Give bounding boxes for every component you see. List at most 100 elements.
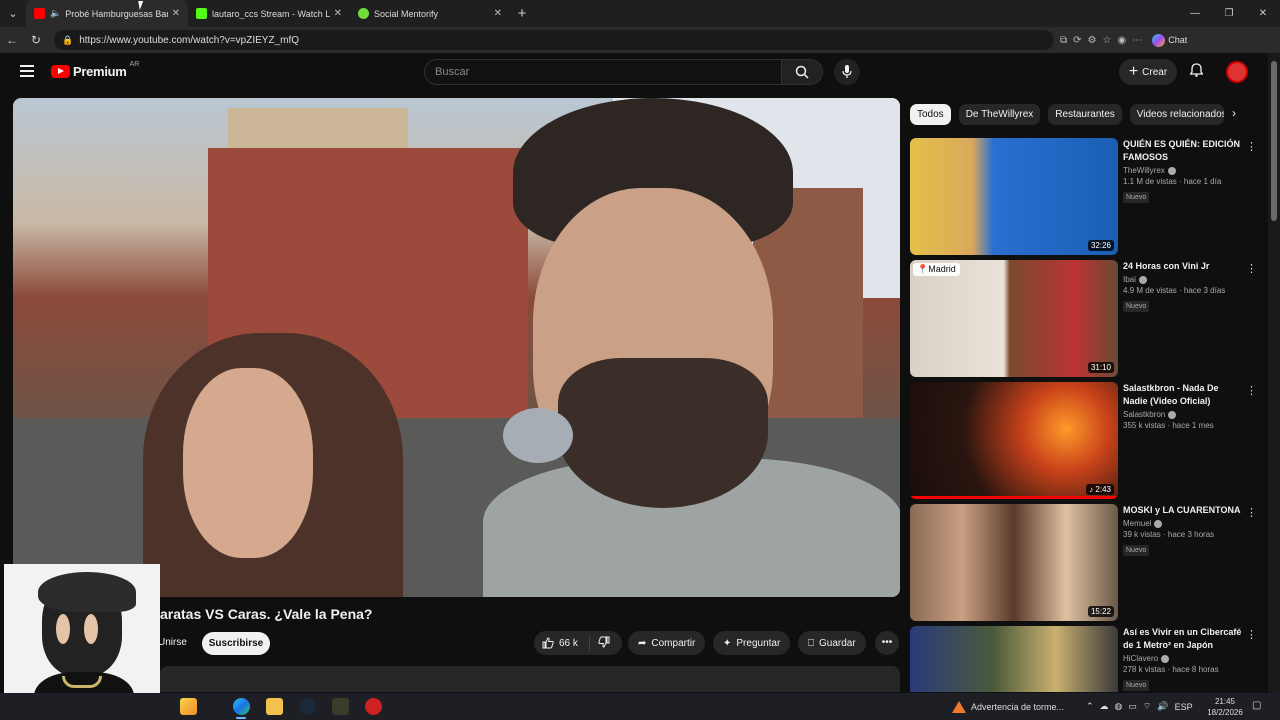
channel-name[interactable]: Salastkbron	[1123, 410, 1243, 419]
recommendation-item[interactable]: 15:22 MOSKI y LA CUARENTONA Memuel 39 k …	[910, 504, 1260, 621]
share-button[interactable]: ➦ Compartir	[628, 631, 706, 655]
recommendation-item[interactable]: ♪ 2:43 Salastkbron - Nada De Nadie (Vide…	[910, 382, 1260, 499]
recommendation-title[interactable]: Así es Vivir en un Cibercafé de 1 Metro²…	[1123, 626, 1243, 652]
channel-name[interactable]: Ibai	[1123, 275, 1243, 284]
chip-restaurantes[interactable]: Restaurantes	[1048, 104, 1122, 125]
lock-icon[interactable]: 🔒	[62, 35, 73, 46]
notifications-icon[interactable]: ▢	[1252, 700, 1261, 711]
new-tab-button[interactable]: +	[510, 5, 534, 22]
scrollbar-thumb[interactable]	[1271, 61, 1277, 221]
extensions-puzzle-icon[interactable]: ⚙	[1088, 35, 1097, 46]
close-tab-icon[interactable]: ✕	[494, 8, 502, 19]
recommendation-meta: 24 Horas con Vini Jr Ibai 4.9 M de vista…	[1123, 260, 1243, 313]
chevron-right-icon[interactable]: ›	[1232, 106, 1236, 120]
url-field[interactable]: 🔒 https://www.youtube.com/watch?v=vpZIEY…	[54, 30, 1054, 50]
edge-browser-icon[interactable]	[233, 698, 250, 715]
channel-name[interactable]: HiClavero	[1123, 654, 1243, 663]
windows-taskbar: Advertencia de torme... ⌃ ☁ ◍ ▭ ⌔ 🔊 ESP …	[0, 693, 1280, 720]
tab-actions-menu-icon[interactable]: ⌄	[0, 0, 26, 27]
app-icon[interactable]	[332, 698, 349, 715]
profile-icon[interactable]: ◉	[1117, 35, 1126, 46]
video-thumbnail[interactable]: ♪ 2:43	[910, 382, 1118, 499]
save-button[interactable]: ⎕ Guardar	[798, 631, 866, 655]
duration-badge: ♪ 2:43	[1086, 484, 1114, 495]
recommendation-title[interactable]: 24 Horas con Vini Jr	[1123, 260, 1243, 273]
chip-todos[interactable]: Todos	[910, 104, 951, 125]
volume-icon[interactable]: 🔊	[1157, 701, 1168, 712]
video-thumbnail[interactable]	[910, 626, 1118, 692]
more-actions-icon[interactable]: •••	[875, 631, 899, 655]
video-thumbnail[interactable]: 📍Madrid 31:10	[910, 260, 1118, 377]
recommendation-item[interactable]: 32:26 QUIÉN ES QUIÉN: EDICIÓN FAMOSOS Th…	[910, 138, 1260, 255]
steam-tray-icon[interactable]: ◍	[1115, 701, 1123, 712]
dislike-button[interactable]	[590, 636, 610, 651]
language-indicator[interactable]: ESP	[1175, 702, 1193, 712]
more-options-icon[interactable]: ⋮	[1246, 506, 1257, 519]
save-label: Guardar	[819, 637, 856, 649]
clock[interactable]: 21:45 18/2/2026	[1205, 696, 1245, 718]
more-menu-icon[interactable]: ⋯	[1132, 35, 1142, 46]
extensions-icon[interactable]: ⧉	[1060, 35, 1067, 46]
close-tab-icon[interactable]: ✕	[334, 8, 342, 19]
chip-de-thewillyrex[interactable]: De TheWillyrex	[958, 104, 1041, 125]
menu-icon[interactable]	[20, 65, 34, 77]
search-button[interactable]	[781, 59, 823, 85]
browser-tab-kick[interactable]: lautaro_ccs Stream - Watch Live o ✕	[188, 0, 350, 27]
more-options-icon[interactable]: ⋮	[1246, 140, 1257, 153]
recommendation-title[interactable]: MOSKI y LA CUARENTONA	[1123, 504, 1243, 517]
more-options-icon[interactable]: ⋮	[1246, 384, 1257, 397]
view-stats: 355 k vistas · hace 1 mes	[1123, 421, 1214, 430]
steam-icon[interactable]	[299, 698, 316, 715]
reload-icon[interactable]: ↻	[24, 33, 48, 47]
join-button[interactable]: Unirse	[158, 632, 187, 654]
share-icon: ➦	[638, 637, 647, 649]
back-icon[interactable]: ←	[0, 33, 24, 47]
refresh-extension-icon[interactable]: ⟳	[1073, 35, 1081, 46]
favorites-icon[interactable]: ☆	[1103, 35, 1112, 46]
weather-widget[interactable]: Advertencia de torme...	[952, 693, 1064, 720]
tab-title: Social Mentorify	[374, 8, 439, 19]
speaker-icon[interactable]: 🔈	[50, 8, 61, 19]
browser-tab-youtube[interactable]: 🔈 Probé Hamburguesas Baratas ✕	[26, 0, 188, 27]
duration-badge: 31:10	[1087, 362, 1114, 373]
more-options-icon[interactable]: ⋮	[1246, 628, 1257, 641]
video-player[interactable]	[13, 98, 900, 597]
page-scrollbar[interactable]	[1268, 53, 1280, 693]
ask-button[interactable]: ✦ Preguntar	[713, 631, 791, 655]
chip-videos-relacionados[interactable]: Videos relacionados	[1129, 104, 1224, 125]
browser-tab-mentorify[interactable]: Social Mentorify ✕	[350, 0, 510, 27]
wifi-icon[interactable]: ⌔	[1143, 701, 1151, 712]
file-explorer-icon[interactable]	[266, 698, 283, 715]
subscribe-button[interactable]: Suscribirse	[202, 632, 270, 655]
restore-icon[interactable]: ❐	[1212, 0, 1246, 27]
video-thumbnail[interactable]: 15:22	[910, 504, 1118, 621]
description-box[interactable]	[160, 666, 900, 692]
sparkle-icon: ✦	[723, 637, 732, 649]
plus-icon: +	[1128, 63, 1139, 80]
notifications-bell-icon[interactable]	[1189, 63, 1204, 80]
minimize-icon[interactable]: —	[1178, 0, 1212, 27]
recording-app-icon[interactable]	[365, 698, 382, 715]
video-thumbnail[interactable]: 32:26	[910, 138, 1118, 255]
copilot-sparkle-icon[interactable]	[180, 698, 197, 715]
user-avatar[interactable]	[1226, 61, 1248, 83]
close-window-icon[interactable]: ✕	[1246, 0, 1280, 27]
recommendation-item[interactable]: Así es Vivir en un Cibercafé de 1 Metro²…	[910, 626, 1260, 692]
close-tab-icon[interactable]: ✕	[172, 8, 180, 19]
recommendation-title[interactable]: Salastkbron - Nada De Nadie (Video Ofici…	[1123, 382, 1243, 408]
chevron-up-icon[interactable]: ⌃	[1086, 701, 1094, 712]
channel-name[interactable]: Memuel	[1123, 519, 1243, 528]
like-button[interactable]: 66 k	[534, 635, 590, 651]
recommendation-title[interactable]: QUIÉN ES QUIÉN: EDICIÓN FAMOSOS	[1123, 138, 1243, 164]
more-options-icon[interactable]: ⋮	[1246, 262, 1257, 275]
channel-name[interactable]: TheWillyrex	[1123, 166, 1243, 175]
recommendation-item[interactable]: 📍Madrid 31:10 24 Horas con Vini Jr Ibai …	[910, 260, 1260, 377]
youtube-premium-logo[interactable]: Premium AR	[51, 61, 139, 79]
search-input[interactable]: Buscar	[424, 59, 782, 85]
filter-chips: Todos De TheWillyrex Restaurantes Videos…	[910, 104, 1224, 125]
network-icon[interactable]: ▭	[1128, 701, 1137, 712]
create-button[interactable]: + Crear	[1119, 59, 1177, 85]
copilot-chat-button[interactable]: Chat	[1152, 33, 1187, 47]
cloud-icon[interactable]: ☁	[1100, 701, 1109, 712]
voice-search-button[interactable]	[834, 59, 860, 85]
